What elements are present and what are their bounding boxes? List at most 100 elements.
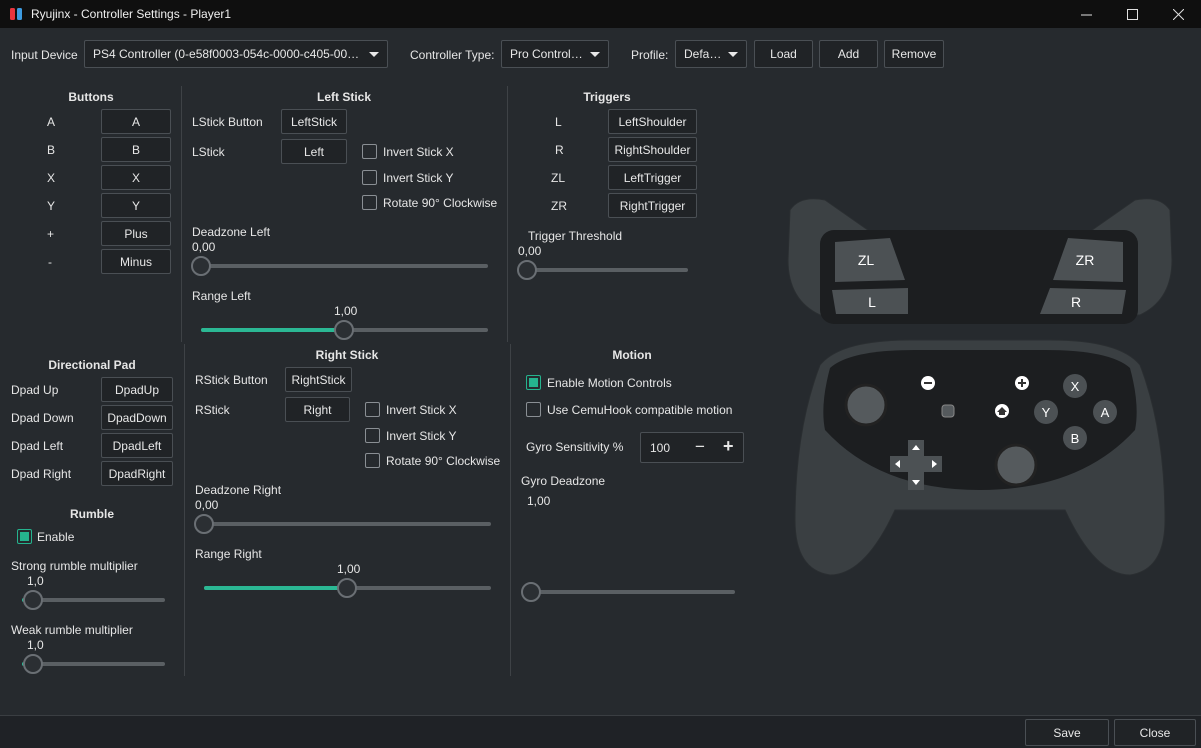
lstick-invert-x-label: Invert Stick X	[383, 145, 454, 159]
trigger-zl-binding[interactable]: LeftTrigger	[608, 165, 697, 190]
remove-profile-button[interactable]: Remove	[884, 40, 944, 68]
pro-controller-image: ZL ZR L R X Y A B	[787, 198, 1173, 576]
enable-motion-checkbox[interactable]	[526, 375, 541, 390]
range-left-fill	[201, 328, 344, 332]
window-title: Ryujinx - Controller Settings - Player1	[31, 7, 232, 21]
controller-type-value: Pro Controller	[510, 47, 584, 61]
weak-rumble-slider[interactable]	[22, 662, 165, 666]
button-x-binding[interactable]: X	[101, 165, 171, 190]
increment-button[interactable]: +	[723, 436, 734, 457]
rumble-header: Rumble	[69, 507, 114, 521]
rstick-button-binding[interactable]: RightStick	[285, 367, 352, 392]
gyro-deadzone-thumb[interactable]	[521, 582, 541, 602]
input-device-label: Input Device	[11, 48, 78, 62]
load-profile-button[interactable]: Load	[754, 40, 813, 68]
cemuhook-checkbox[interactable]	[526, 402, 541, 417]
buttons-header: Buttons	[68, 90, 114, 104]
rstick-invert-x-checkbox[interactable]	[365, 402, 380, 417]
deadzone-left-thumb[interactable]	[191, 256, 211, 276]
range-left-value: 1,00	[334, 304, 358, 318]
face-b-text: B	[1071, 431, 1080, 446]
input-device-select[interactable]: PS4 Controller (0-e58f0003-054c-0000-c40…	[84, 40, 388, 68]
button-plus-binding[interactable]: Plus	[101, 221, 171, 246]
button-b-binding[interactable]: B	[101, 137, 171, 162]
range-left-thumb[interactable]	[334, 320, 354, 340]
range-left-label: Range Left	[192, 289, 251, 303]
minus-glyph-icon	[924, 382, 932, 384]
button-x-label: X	[47, 171, 56, 185]
button-y-binding[interactable]: Y	[101, 193, 171, 218]
trigger-zr-binding[interactable]: RightTrigger	[608, 193, 697, 218]
l-text: L	[868, 294, 876, 310]
rstick-invert-y-checkbox[interactable]	[365, 428, 380, 443]
controller-type-select[interactable]: Pro Controller	[501, 40, 609, 68]
button-minus-label: -	[48, 255, 52, 269]
strong-rumble-slider[interactable]	[22, 598, 165, 602]
gyro-deadzone-label: Gyro Deadzone	[521, 474, 606, 488]
gyro-deadzone-value: 1,00	[527, 494, 551, 508]
trigger-l-binding[interactable]: LeftShoulder	[608, 109, 697, 134]
trigger-r-binding[interactable]: RightShoulder	[608, 137, 697, 162]
lstick-rotate-checkbox[interactable]	[362, 195, 377, 210]
button-minus-binding[interactable]: Minus	[101, 249, 171, 274]
strong-rumble-thumb[interactable]	[23, 590, 43, 610]
dpad-right-binding[interactable]: DpadRight	[101, 461, 173, 486]
profile-select[interactable]: Default	[675, 40, 747, 68]
gyro-deadzone-slider[interactable]	[531, 590, 735, 594]
maximize-button[interactable]	[1109, 0, 1155, 28]
cemuhook-label: Use CemuHook compatible motion	[547, 403, 733, 417]
gyro-sensitivity-label: Gyro Sensitivity %	[526, 440, 624, 454]
range-right-fill	[204, 586, 347, 590]
lstick-invert-y-checkbox[interactable]	[362, 170, 377, 185]
rumble-enable-label: Enable	[37, 530, 75, 544]
enable-motion-label: Enable Motion Controls	[547, 376, 672, 390]
divider	[181, 86, 182, 342]
add-profile-button[interactable]: Add	[819, 40, 878, 68]
face-y-text: Y	[1042, 405, 1051, 420]
close-window-button[interactable]	[1155, 0, 1201, 28]
rstick-rotate-checkbox[interactable]	[365, 453, 380, 468]
deadzone-right-slider[interactable]	[204, 522, 491, 526]
zl-text: ZL	[858, 252, 875, 268]
rumble-enable-checkbox[interactable]	[17, 529, 32, 544]
deadzone-right-thumb[interactable]	[194, 514, 214, 534]
ryujinx-logo-icon	[10, 8, 22, 20]
dpad-left-binding[interactable]: DpadLeft	[101, 433, 173, 458]
face-x-text: X	[1071, 379, 1080, 394]
minimize-button[interactable]	[1063, 0, 1109, 28]
dpad-up-binding[interactable]: DpadUp	[101, 377, 173, 402]
close-icon	[1172, 8, 1184, 20]
dpad-down-label: Dpad Down	[11, 411, 74, 425]
trigger-threshold-slider[interactable]	[527, 268, 688, 272]
range-right-value: 1,00	[337, 562, 361, 576]
weak-rumble-label: Weak rumble multiplier	[11, 623, 133, 637]
close-button[interactable]: Close	[1114, 719, 1196, 746]
trigger-r-label: R	[555, 143, 564, 157]
gyro-sensitivity-stepper[interactable]: 100 − +	[640, 432, 744, 463]
range-right-thumb[interactable]	[337, 578, 357, 598]
capture-button	[941, 404, 955, 418]
deadzone-left-slider[interactable]	[201, 264, 488, 268]
dpad-left-label: Dpad Left	[11, 439, 64, 453]
chevron-down-icon	[728, 51, 738, 57]
trigger-threshold-thumb[interactable]	[517, 260, 537, 280]
save-button[interactable]: Save	[1025, 719, 1109, 746]
lstick-binding[interactable]: Left	[281, 139, 347, 164]
rstick-binding[interactable]: Right	[285, 397, 350, 422]
divider	[184, 344, 185, 676]
rstick-invert-y-label: Invert Stick Y	[386, 429, 457, 443]
dpad-down-binding[interactable]: DpadDown	[101, 405, 173, 430]
decrement-button[interactable]: −	[695, 437, 705, 457]
rstick-button-label: RStick Button	[195, 373, 268, 387]
gyro-sensitivity-value: 100	[650, 441, 671, 455]
lstick-button-binding[interactable]: LeftStick	[281, 109, 347, 134]
right-stick-header: Right Stick	[315, 348, 379, 362]
button-y-label: Y	[47, 199, 56, 213]
lstick-invert-x-checkbox[interactable]	[362, 144, 377, 159]
triggers-header: Triggers	[583, 90, 631, 104]
button-b-label: B	[47, 143, 56, 157]
weak-rumble-thumb[interactable]	[23, 654, 43, 674]
button-a-binding[interactable]: A	[101, 109, 171, 134]
profile-value: Default	[684, 47, 722, 61]
input-device-value: PS4 Controller (0-e58f0003-054c-0000-c40…	[93, 47, 363, 61]
